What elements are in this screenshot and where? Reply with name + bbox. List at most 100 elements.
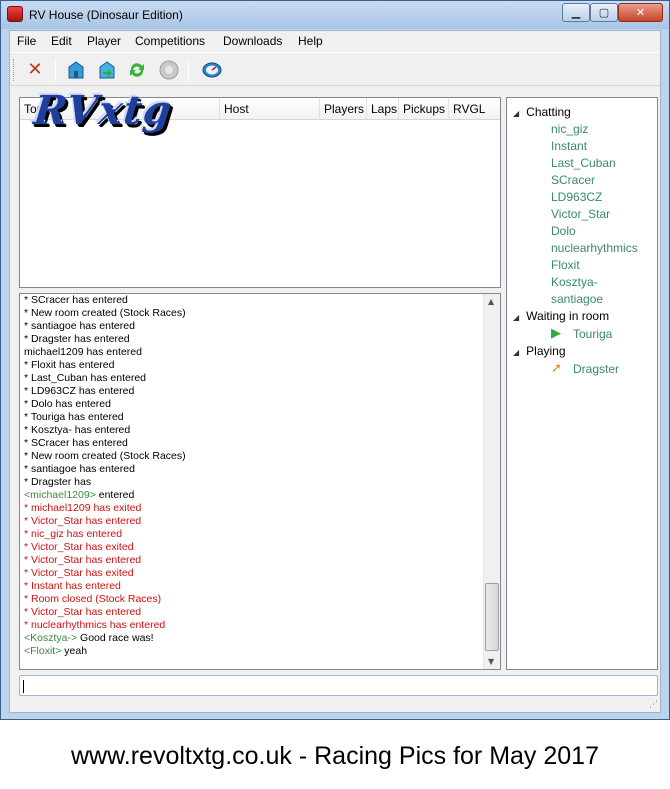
group-chatting[interactable]: ◢ Chatting [513, 105, 571, 119]
title-bar[interactable]: RV House (Dinosaur Edition) ▁ ▢ ✕ [1, 1, 669, 29]
chat-message: yeah [61, 645, 88, 657]
chat-line: <Floxit> yeah [24, 645, 484, 658]
user-item[interactable]: Dolo [551, 224, 576, 238]
menu-help[interactable]: Help [298, 34, 323, 48]
column-host[interactable]: Host [224, 102, 249, 116]
caption-text: www.revoltxtg.co.uk - Racing Pics for Ma… [71, 742, 599, 770]
chat-line: * Kosztya- has entered [24, 424, 131, 436]
group-label: Playing [526, 344, 566, 358]
chat-line: * Dolo has entered [24, 398, 111, 410]
column-rvgl[interactable]: RVGL [453, 102, 485, 116]
user-item[interactable]: santiagoe [551, 292, 603, 306]
collapse-icon[interactable]: ◢ [513, 109, 519, 118]
chat-nick[interactable]: <Kosztya-> [24, 632, 77, 644]
collapse-icon[interactable]: ◢ [513, 313, 519, 322]
scroll-up-icon[interactable]: ▲ [488, 297, 494, 306]
user-item[interactable]: nic_giz [551, 122, 588, 136]
chat-message: Good race was! [77, 632, 154, 644]
chat-line: * Dragster has entered [24, 333, 130, 345]
group-label: Waiting in room [526, 309, 610, 323]
menu-downloads[interactable]: Downloads [223, 34, 282, 48]
toolbar-separator [188, 59, 189, 81]
user-item[interactable]: LD963CZ [551, 190, 602, 204]
chat-nick[interactable]: <Floxit> [24, 645, 61, 657]
chat-line: * Instant has entered [24, 580, 121, 592]
toolbar-grip[interactable] [13, 59, 16, 81]
menu-edit[interactable]: Edit [51, 34, 72, 48]
text-caret [23, 680, 24, 693]
close-button[interactable]: ✕ [618, 3, 663, 22]
chat-line: <Kosztya-> Good race was! [24, 632, 484, 645]
user-item[interactable]: Dragster [573, 362, 619, 376]
column-laps[interactable]: Laps [371, 102, 397, 116]
chat-line: * Victor_Star has exited [24, 567, 134, 579]
group-label: Chatting [526, 105, 571, 119]
app-icon[interactable] [7, 6, 23, 22]
user-item[interactable]: SCracer [551, 173, 595, 187]
caption: www.revoltxtg.co.uk - Racing Pics for Ma… [0, 720, 670, 789]
chat-line: * nic_giz has entered [24, 528, 123, 540]
play-icon: ▶ [551, 326, 561, 341]
disconnect-icon[interactable]: ✕ [23, 58, 47, 82]
chat-line: <michael1209> entered [24, 489, 484, 502]
menu-competitions[interactable]: Competitions [135, 34, 205, 48]
resize-grip-icon[interactable]: ⋰ [649, 700, 658, 710]
chat-line: * LD963CZ has entered [24, 385, 135, 397]
chat-line: * michael1209 has exited [24, 502, 142, 514]
chat-line: * SCracer has entered [24, 294, 128, 306]
speed-icon[interactable] [200, 58, 224, 82]
racing-icon: ➚ [551, 361, 562, 376]
column-pickups[interactable]: Pickups [403, 102, 445, 116]
chat-lines: * SCracer has entered * New room created … [24, 294, 484, 658]
chat-input[interactable] [19, 675, 658, 696]
chat-line: michael1209 has entered [24, 346, 142, 358]
join-room-icon[interactable] [95, 58, 119, 82]
user-item[interactable]: Victor_Star [551, 207, 610, 221]
chat-line: * nuclearhythmics has entered [24, 619, 166, 631]
collapse-icon[interactable]: ◢ [513, 348, 519, 357]
client-area: File Edit Player Competitions Downloads … [9, 30, 661, 713]
minimize-button[interactable]: ▁ [562, 3, 590, 22]
column-divider[interactable] [319, 98, 320, 120]
user-item[interactable]: Touriga [573, 327, 612, 341]
chat-line: * Room closed (Stock Races) [24, 593, 162, 605]
column-divider[interactable] [448, 98, 449, 120]
chat-line: * Last_Cuban has entered [24, 372, 147, 384]
column-divider[interactable] [366, 98, 367, 120]
chat-line: * Floxit has entered [24, 359, 115, 371]
maximize-button[interactable]: ▢ [590, 3, 618, 22]
user-item[interactable]: Floxit [551, 258, 580, 272]
column-players[interactable]: Players [324, 102, 364, 116]
chat-line: * Dragster has [24, 476, 92, 488]
chat-scrollbar[interactable]: ▲ ▼ [483, 294, 500, 669]
group-waiting[interactable]: ◢ Waiting in room [513, 309, 609, 323]
chat-nick[interactable]: <michael1209> [24, 489, 96, 501]
chat-line: * SCracer has entered [24, 437, 128, 449]
host-room-icon[interactable] [64, 58, 88, 82]
column-divider[interactable] [398, 98, 399, 120]
column-divider[interactable] [219, 98, 220, 120]
refresh-icon[interactable] [125, 58, 149, 82]
toolbar-separator [55, 59, 56, 81]
user-tree[interactable]: ◢ Chatting ◢ Waiting in room ◢ Playing nic_… [506, 97, 658, 670]
user-item[interactable]: nuclearhythmics [551, 241, 638, 255]
chat-line: * santiagoe has entered [24, 320, 135, 332]
chat-line: * New room created (Stock Races) [24, 450, 186, 462]
menu-bar: File Edit Player Competitions Downloads … [10, 31, 660, 51]
user-item[interactable]: Kosztya- [551, 275, 598, 289]
toolbar: ✕ [10, 52, 660, 86]
chat-line: * santiagoe has entered [24, 463, 135, 475]
chat-line: * Victor_Star has exited [24, 541, 134, 553]
menu-file[interactable]: File [17, 34, 36, 48]
chat-line: * Victor_Star has entered [24, 554, 142, 566]
disabled-icon [157, 58, 181, 82]
menu-player[interactable]: Player [87, 34, 121, 48]
chat-log[interactable]: * SCracer has entered * New room created … [19, 293, 501, 670]
scroll-thumb[interactable] [485, 583, 499, 651]
user-item[interactable]: Last_Cuban [551, 156, 616, 170]
window-title: RV House (Dinosaur Edition) [29, 8, 183, 22]
user-item[interactable]: Instant [551, 139, 587, 153]
rvxtg-logo: RVxtg [31, 87, 175, 134]
scroll-down-icon[interactable]: ▼ [488, 657, 494, 666]
group-playing[interactable]: ◢ Playing [513, 344, 566, 358]
